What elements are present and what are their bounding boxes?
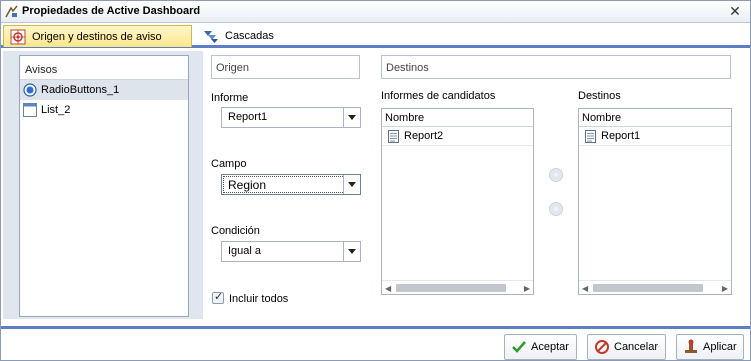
prompt-item-label: RadioButtons_1 [41,84,120,96]
close-icon[interactable]: ✕ [728,4,742,18]
scroll-left-icon[interactable]: ◀ [385,284,391,293]
targets-listbox[interactable]: Nombre Report1 ◀ ▶ [578,108,732,295]
prompt-item-list[interactable]: List_2 [20,100,188,120]
horizontal-scrollbar[interactable]: ◀ ▶ [579,280,731,294]
prompt-item-label: List_2 [41,104,71,116]
apply-button[interactable]: Aplicar [676,334,744,360]
field-value: Region [228,178,267,192]
include-all-checkbox[interactable] [212,290,224,304]
prompt-item-radiobuttons[interactable]: RadioButtons_1 [20,80,188,100]
candidates-listbox[interactable]: Nombre Report2 ◀ ▶ [381,108,534,295]
report-value: Report1 [228,111,268,123]
move-left-button[interactable]: « [549,202,563,216]
scroll-right-icon[interactable]: ▶ [524,284,530,293]
apply-stamp-icon [685,339,697,353]
tab-content: Avisos RadioButtons_1 List_2 Origen Dest… [3,51,748,319]
targets-header: Destinos [381,55,731,79]
targets-column-header: Nombre [579,109,731,127]
prompts-panel: Avisos RadioButtons_1 List_2 [19,55,189,317]
settings-panel: Origen Destinos Informe Report1 Campo Re… [203,51,748,319]
targets-list-label: Destinos [578,90,621,102]
report-select[interactable]: Report1 [221,107,361,128]
list-item[interactable]: Report2 [382,127,533,146]
cancel-button[interactable]: Cancelar [587,334,666,360]
chevron-down-icon[interactable] [343,175,360,194]
chevron-down-icon[interactable] [343,242,360,261]
candidate-name: Report2 [404,130,444,142]
report-icon [388,129,399,143]
cancel-label: Cancelar [614,341,659,353]
scrollbar-thumb[interactable] [396,284,506,292]
tab-source-targets[interactable]: Origen y destinos de aviso [3,25,192,47]
candidates-label: Informes de candidatos [381,90,496,102]
title-bar[interactable]: Propiedades de Active Dashboard ✕ [1,1,750,23]
apply-label: Aplicar [703,341,737,353]
report-label: Informe [211,92,249,104]
checkmark-icon [512,341,526,353]
candidates-column-header: Nombre [382,109,533,127]
window-title: Propiedades de Active Dashboard [22,5,201,17]
field-select[interactable]: Region [221,174,361,195]
move-right-button[interactable]: » [549,168,563,182]
condition-label: Condición [211,225,260,237]
dashboard-properties-icon [5,5,18,18]
accept-label: Aceptar [531,341,569,353]
origin-header: Origen [211,55,360,79]
condition-value: Igual a [228,245,262,257]
scroll-left-icon[interactable]: ◀ [582,284,588,293]
source-target-icon [10,29,26,44]
report-icon [585,129,596,143]
chevron-down-icon[interactable] [343,108,360,127]
cancel-icon [595,340,609,354]
footer-divider [1,326,750,329]
prompts-header: Avisos [20,56,188,80]
scrollbar-thumb[interactable] [593,284,703,292]
tab-label: Cascadas [225,30,274,42]
scroll-right-icon[interactable]: ▶ [722,284,728,293]
tab-label: Origen y destinos de aviso [32,30,162,43]
list-item[interactable]: Report1 [579,127,731,146]
cascade-icon [204,31,218,43]
field-label: Campo [211,158,247,170]
target-name: Report1 [601,130,641,142]
include-all-label: Incluir todos [229,293,289,305]
radio-button-icon [23,83,37,97]
horizontal-scrollbar[interactable]: ◀ ▶ [382,280,533,294]
condition-select[interactable]: Igual a [221,241,361,262]
dialog-window: Propiedades de Active Dashboard ✕ Origen… [0,0,751,361]
tab-strip: Origen y destinos de aviso Cascadas [1,24,750,48]
list-icon [23,103,37,117]
accept-button[interactable]: Aceptar [504,334,577,360]
tab-cascades[interactable]: Cascadas [197,25,317,47]
